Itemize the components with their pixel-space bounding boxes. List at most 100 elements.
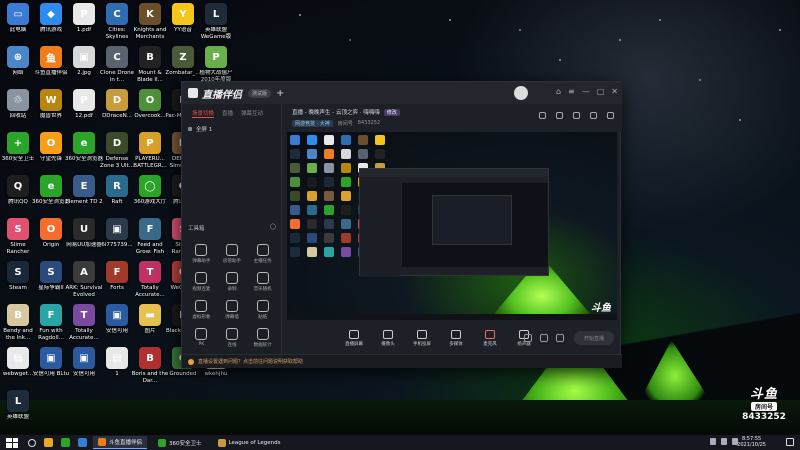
left-tab[interactable]: 场景切换 — [192, 109, 215, 118]
notice-text[interactable]: 直播设置遇到问题？点击前往问题说明获取帮助 — [198, 358, 303, 365]
toolbox-tool[interactable]: 连线 — [217, 328, 248, 348]
left-tab[interactable]: 弹幕互动 — [241, 109, 263, 118]
stream-preview[interactable]: 斗鱼 — [287, 132, 617, 320]
toolbox-tool[interactable]: 录制 — [217, 272, 248, 292]
desktop-icon[interactable]: ▣ 2.jpg — [66, 46, 102, 77]
avatar[interactable] — [514, 86, 528, 100]
notice-bar[interactable]: 直播设置遇到问题？点击前往问题说明获取帮助 — [182, 354, 622, 368]
desktop-icon[interactable]: U 网易UU加速器 — [66, 218, 102, 249]
desktop-icon[interactable]: C Clone Drone in t... — [99, 46, 135, 83]
maximize-icon[interactable]: □ — [597, 87, 605, 96]
taskbar-app[interactable]: 360安全卫士 — [153, 436, 207, 449]
bell-icon[interactable] — [590, 112, 597, 119]
desktop-icon[interactable]: Y YY语音 — [165, 3, 201, 34]
desktop-icon[interactable]: ▣ 安信可用 — [99, 304, 135, 335]
window-titlebar[interactable]: 直播伴侣 测试版 + ⌂ ≡ — □ ✕ — [182, 82, 622, 104]
desktop-icon[interactable]: O Overcook... — [132, 89, 168, 120]
desktop-icon[interactable]: L 英雄联盟 WeGame版 — [198, 3, 234, 40]
trash-icon[interactable] — [539, 112, 546, 119]
desktop-icon[interactable]: +360安全卫士 — [0, 132, 36, 163]
desktop-icon[interactable]: R Raft — [99, 175, 135, 206]
toolbox-tool[interactable]: PK — [186, 328, 217, 348]
source-control[interactable]: 摄像头 — [371, 329, 405, 347]
desktop-icon[interactable]: F Fun with Ragdoll... — [33, 304, 69, 341]
desktop-icon[interactable]: P PLAYERU... BATTLEGR... — [132, 132, 168, 169]
desktop-icon[interactable]: e 360安全浏览器 — [32, 175, 70, 206]
desktop-icon[interactable]: SSteam — [0, 261, 36, 292]
source-control[interactable]: 直播屏幕 — [337, 329, 371, 347]
desktop-icon[interactable]: S 星际争霸II — [33, 261, 69, 292]
notification-icon[interactable] — [786, 438, 794, 446]
browser-icon[interactable] — [61, 438, 70, 447]
desktop-icon[interactable]: ◯ 360游戏大厅 — [132, 175, 168, 206]
desktop-icon[interactable]: C Cities: Skylines — [99, 3, 135, 40]
desktop-icon[interactable]: B Mount & Blade II... — [132, 46, 168, 83]
source-control[interactable]: 手机投屏 — [405, 329, 439, 347]
desktop-icon[interactable]: O Origin — [33, 218, 69, 249]
source-control[interactable]: 多媒体 — [439, 329, 473, 347]
toolbox-tool[interactable]: 弹幕墙 — [217, 300, 248, 320]
desktop-icon[interactable]: ▣ 安信可用 BLtu — [33, 347, 69, 378]
desktop-icon[interactable]: ▣ 6i775739... — [99, 218, 135, 249]
edit-title-button[interactable]: 修改 — [383, 108, 400, 116]
toolbox-tool[interactable]: 虚拟形象 — [186, 300, 217, 320]
desktop-icon[interactable]: 鱼斗鱼直播伴侣 — [33, 46, 69, 77]
eye-icon[interactable] — [188, 127, 192, 131]
add-tab-button[interactable]: + — [276, 88, 284, 99]
scene-item[interactable]: 全屏 1 — [188, 125, 275, 133]
desktop-icon[interactable]: ♲ 回收站 — [0, 89, 36, 120]
menu-icon[interactable]: ≡ — [568, 87, 575, 96]
desktop-icon[interactable]: K Knights and Merchants — [132, 3, 168, 40]
toolbox-tool[interactable]: 贴纸 — [247, 300, 278, 320]
left-tab[interactable]: 直播 — [222, 109, 233, 118]
gear-icon[interactable] — [540, 334, 548, 342]
toolbox-settings-icon[interactable]: ◯ — [270, 224, 276, 232]
pinned-app-icon[interactable] — [78, 438, 87, 447]
desktop-icon[interactable]: e 360安全浏览器 — [65, 132, 103, 163]
desktop-icon[interactable]: B Boris and the Dar... — [132, 347, 168, 384]
toolbox-tool[interactable]: 主播任务 — [247, 244, 278, 264]
desktop-icon[interactable]: SSlime Rancher — [0, 218, 36, 255]
desktop-icon[interactable]: ⊕ 网络 — [0, 46, 36, 77]
desktop-icon[interactable]: Q腾讯QQ — [0, 175, 36, 206]
camera-icon[interactable] — [524, 334, 532, 342]
layers-icon[interactable] — [556, 112, 563, 119]
desktop-icon[interactable]: ▬ 图片 — [132, 304, 168, 335]
desktop-icon[interactable]: O 守望先锋 — [33, 132, 69, 163]
desktop-icon[interactable]: EElement TD 2 — [65, 175, 103, 206]
desktop-icon[interactable]: A ARK: Survival Evolved — [66, 261, 102, 298]
toolbox-tool[interactable]: 房管助手 — [217, 244, 248, 264]
desktop-icon[interactable]: L 英雄联盟 — [0, 390, 36, 421]
desktop-icon[interactable]: T Totally Accurate... — [66, 304, 102, 341]
desktop-icon[interactable]: F Feed and Grow: Fish — [132, 218, 168, 255]
taskbar-clock[interactable]: 8:57:55 2021/10/25 — [737, 436, 766, 448]
toolbox-tool[interactable]: 弹幕助手 — [186, 244, 217, 264]
desktop-icon[interactable]: T Totally Accurate... — [132, 261, 168, 298]
tray-network-icon[interactable] — [710, 438, 716, 445]
lock-icon[interactable] — [573, 112, 580, 119]
close-icon[interactable]: ✕ — [611, 87, 618, 96]
taskbar-app[interactable]: League of Legends — [213, 436, 286, 449]
toolbox-tool[interactable]: 音乐随机 — [247, 272, 278, 292]
desktop-icon[interactable]: ◆ 腾讯游戏 — [33, 3, 69, 34]
desktop-icon[interactable]: P 12.pdf — [66, 89, 102, 120]
taskbar-app[interactable]: 斗鱼直播伴侣 — [93, 436, 148, 449]
desktop-icon[interactable]: ▤ webwget... — [0, 347, 36, 378]
desktop-icon[interactable]: P 植物大战僵尸 2010年度版 — [198, 46, 234, 83]
tray-volume-icon[interactable] — [721, 438, 727, 445]
desktop-icon[interactable]: Z Zombatar_... — [165, 46, 201, 77]
desktop-icon[interactable]: W 魔兽世界 — [33, 89, 69, 120]
start-live-button[interactable]: 开始直播 — [574, 331, 614, 345]
toolbox-tool[interactable]: 数据统计 — [247, 328, 278, 348]
desktop-icon[interactable]: F Forts — [99, 261, 135, 292]
home-icon[interactable]: ⌂ — [556, 87, 561, 96]
room-category[interactable]: 网游竞技 · 大神 — [292, 120, 333, 127]
windows-start-icon[interactable] — [6, 437, 18, 448]
desktop-icon[interactable]: D Defense Zone 3 Ult... — [99, 132, 135, 169]
desktop-icon[interactable]: P 1.pdf — [66, 3, 102, 34]
minimize-icon[interactable]: — — [582, 87, 590, 96]
search-icon[interactable] — [28, 438, 36, 447]
source-control[interactable]: 麦克风 — [473, 329, 507, 347]
toolbox-tool[interactable]: 视频连麦 — [186, 272, 217, 292]
settings-icon[interactable] — [556, 334, 564, 342]
